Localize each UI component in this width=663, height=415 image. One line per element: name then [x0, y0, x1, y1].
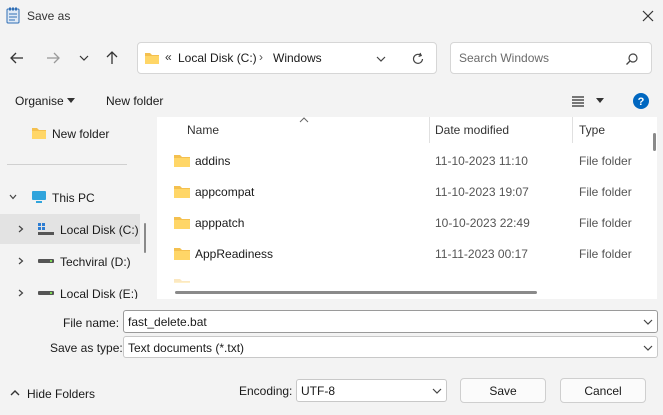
file-name: appcompat	[195, 185, 255, 199]
address-dropdown-icon[interactable]	[374, 52, 388, 66]
encoding-label: Encoding:	[239, 384, 293, 398]
file-list[interactable]: Name Date modified Type addins 11-10-202…	[157, 117, 657, 299]
file-name: AppReadiness	[195, 247, 274, 261]
help-icon[interactable]: ?	[633, 93, 649, 109]
search-input[interactable]: Search Windows	[459, 51, 549, 65]
folder-icon	[174, 155, 190, 167]
hide-folders-button[interactable]: Hide Folders	[27, 387, 95, 401]
chevron-right-icon[interactable]	[17, 289, 25, 297]
monitor-icon	[32, 191, 46, 203]
up-arrow-icon[interactable]	[101, 47, 123, 69]
save-type-select[interactable]: Text documents (*.txt)	[123, 336, 658, 358]
horizontal-scrollbar[interactable]	[175, 291, 537, 294]
file-date: 11-10-2023 11:10	[435, 154, 528, 168]
file-row[interactable]: AppReadiness 11-11-2023 00:17 File folde…	[157, 239, 657, 270]
search-icon[interactable]	[625, 52, 639, 66]
navigation-pane[interactable]: New folder This PC Local Disk (C:) Techv…	[0, 117, 152, 299]
sidebar-item-local-disk-c[interactable]: Local Disk (C:)	[0, 214, 140, 244]
chevron-right-icon[interactable]	[17, 257, 25, 265]
sidebar-divider	[7, 164, 127, 165]
view-list-icon[interactable]	[571, 95, 585, 107]
search-box[interactable]: Search Windows	[450, 42, 652, 74]
window-title: Save as	[27, 9, 71, 23]
folder-icon	[174, 186, 190, 198]
file-name-label: File name:	[63, 316, 120, 330]
recent-locations-chevron-icon[interactable]	[73, 47, 95, 69]
drive-icon	[38, 259, 54, 263]
organise-menu[interactable]: Organise	[15, 94, 64, 108]
save-type-label: Save as type:	[50, 341, 123, 355]
file-type: File folder	[579, 185, 632, 199]
new-folder-button[interactable]: New folder	[106, 94, 163, 108]
file-type: File folder	[579, 247, 632, 261]
chevron-down-icon[interactable]	[642, 343, 654, 353]
save-type-value: Text documents (*.txt)	[128, 341, 245, 355]
file-name: apppatch	[195, 216, 245, 230]
folder-icon	[145, 53, 159, 64]
file-row[interactable]: addins 11-10-2023 11:10 File folder	[157, 146, 657, 177]
back-arrow-icon[interactable]	[6, 47, 28, 69]
column-header-type[interactable]: Type	[579, 123, 605, 137]
windows-drive-icon	[38, 223, 54, 235]
folder-icon	[32, 128, 46, 139]
folder-icon	[174, 217, 190, 229]
column-divider[interactable]	[572, 117, 573, 143]
folder-icon	[174, 248, 190, 260]
sidebar-item-this-pc[interactable]: This PC	[0, 182, 140, 212]
sidebar-item-label: Local Disk (C:)	[60, 223, 139, 237]
sidebar-scrollbar[interactable]	[144, 223, 146, 253]
file-date: 11-10-2023 19:07	[435, 185, 529, 199]
cancel-button[interactable]: Cancel	[560, 378, 646, 403]
chevron-right-icon[interactable]	[17, 225, 25, 233]
file-type: File folder	[579, 154, 632, 168]
file-name-input[interactable]: fast_delete.bat	[128, 315, 207, 329]
sidebar-item-techviral-d[interactable]: Techviral (D:)	[0, 246, 140, 276]
file-row[interactable]: apppatch 10-10-2023 22:49 File folder	[157, 208, 657, 239]
sidebar-item-label: Techviral (D:)	[60, 255, 131, 269]
address-overflow[interactable]: «	[165, 50, 172, 64]
sort-ascending-icon	[299, 117, 309, 123]
file-name: addins	[195, 154, 231, 168]
file-type: File folder	[579, 216, 632, 230]
notepad-icon	[6, 7, 20, 24]
column-header-name[interactable]: Name	[187, 123, 219, 137]
file-row[interactable]: appcompat 11-10-2023 19:07 File folder	[157, 177, 657, 208]
view-options-dropdown-icon[interactable]	[595, 97, 605, 105]
breadcrumb-separator: ›	[259, 50, 263, 64]
column-divider[interactable]	[429, 117, 430, 143]
sidebar-item-label: This PC	[52, 191, 95, 205]
encoding-value: UTF-8	[301, 384, 335, 398]
sidebar-item-local-disk-e[interactable]: Local Disk (E:)	[0, 278, 140, 299]
chevron-down-icon[interactable]	[431, 386, 443, 396]
title-bar	[0, 0, 663, 32]
save-button[interactable]: Save	[460, 378, 546, 403]
refresh-icon[interactable]	[410, 51, 426, 67]
sidebar-item-label: Local Disk (E:)	[60, 287, 139, 299]
organise-dropdown-icon[interactable]	[66, 97, 76, 105]
close-icon[interactable]	[638, 6, 658, 26]
address-bar[interactable]: « Local Disk (C:) › Windows	[137, 42, 437, 74]
sidebar-item-new-folder[interactable]: New folder	[0, 118, 140, 148]
breadcrumb-windows[interactable]: Windows	[273, 51, 322, 65]
file-date: 11-11-2023 00:17	[435, 247, 528, 261]
chevron-down-icon[interactable]	[9, 193, 17, 201]
vertical-scrollbar[interactable]	[653, 133, 656, 151]
file-name-field[interactable]: fast_delete.bat	[123, 310, 658, 333]
file-date: 10-10-2023 22:49	[435, 216, 530, 230]
drive-icon	[38, 291, 54, 295]
chevron-up-icon[interactable]	[9, 388, 21, 398]
svg-text:?: ?	[638, 96, 645, 108]
encoding-select[interactable]: UTF-8	[296, 379, 447, 402]
breadcrumb-local-disk[interactable]: Local Disk (C:)	[178, 51, 257, 65]
chevron-down-icon[interactable]	[642, 317, 654, 327]
sidebar-item-label: New folder	[52, 127, 110, 141]
forward-arrow-icon[interactable]	[42, 47, 64, 69]
column-header-date[interactable]: Date modified	[435, 123, 509, 137]
